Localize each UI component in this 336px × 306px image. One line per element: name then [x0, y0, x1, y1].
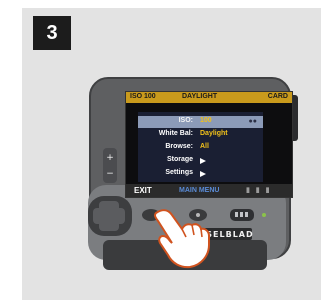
main-menu-soft-label: MAIN MENU — [179, 187, 220, 194]
main-menu-list: ISO: 100 ●● White Bal: Daylight Browse: … — [138, 112, 263, 182]
selector-icon: ●● — [248, 118, 257, 125]
menu-item-white-balance[interactable]: White Bal: Daylight — [138, 129, 263, 141]
screen-status-bar: ISO 100 DAYLIGHT CARD — [126, 92, 292, 103]
menu-item-settings[interactable]: Settings — [138, 168, 263, 180]
arrow-right-icon — [200, 171, 206, 177]
lcd-screen: ISO 100 DAYLIGHT CARD ISO: 100 ●● White … — [125, 91, 293, 198]
status-storage: CARD — [267, 93, 288, 100]
svg-text:+: + — [106, 153, 114, 163]
pointing-hand-icon — [153, 209, 210, 269]
svg-text:−: − — [106, 169, 114, 179]
menu-item-storage[interactable]: Storage — [138, 155, 263, 167]
navigation-pad[interactable] — [88, 196, 132, 236]
power-led-icon — [262, 213, 266, 217]
status-iso: ISO 100 — [130, 93, 156, 100]
exit-soft-label: EXIT — [134, 186, 152, 195]
arrow-right-icon — [200, 158, 206, 164]
menu-item-iso[interactable]: ISO: 100 ●● — [138, 116, 263, 128]
status-white-balance: DAYLIGHT — [182, 93, 218, 100]
screen-soft-key-bar: EXIT MAIN MENU ▮ ▮ ▮ — [126, 184, 292, 197]
menu-item-browse[interactable]: Browse: All — [138, 142, 263, 154]
soft-key-indicator: ▮ ▮ ▮ — [246, 187, 272, 194]
